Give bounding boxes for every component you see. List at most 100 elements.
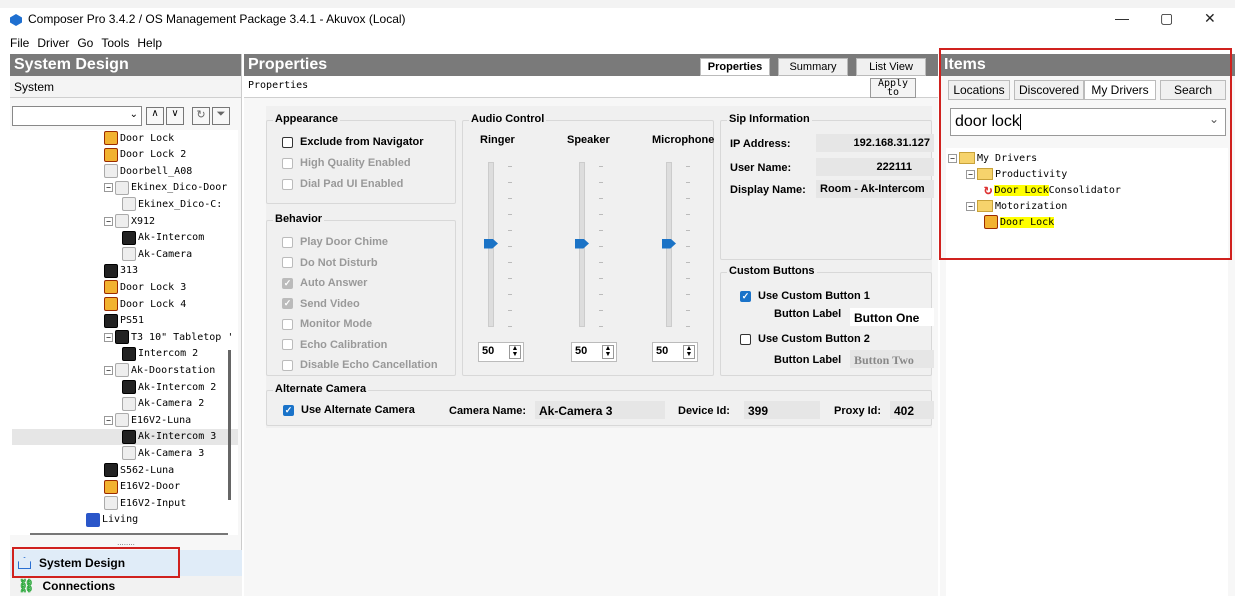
highlight-box bbox=[939, 48, 1232, 260]
tree-item[interactable]: Intercom 2 bbox=[122, 346, 238, 362]
filter-icon[interactable]: ⏷ bbox=[212, 107, 230, 125]
refresh-icon[interactable]: ↻ bbox=[192, 107, 210, 125]
appearance-checkbox[interactable]: Dial Pad UI Enabled bbox=[282, 178, 403, 190]
collapse-icon[interactable]: − bbox=[104, 183, 113, 193]
menu-help[interactable]: Help bbox=[137, 36, 162, 54]
tree-item[interactable]: Ak-Intercom 3 bbox=[12, 428, 238, 445]
tree-item[interactable]: − E16V2-Luna bbox=[104, 412, 238, 428]
tree-item[interactable]: Ekinex_Dico-C: bbox=[122, 196, 238, 212]
group-title: Behavior bbox=[273, 213, 325, 225]
tree-item[interactable]: PS51 bbox=[104, 313, 238, 329]
collapse-icon[interactable]: − bbox=[104, 216, 113, 226]
tree-item[interactable]: − T3 10" Tabletop ' bbox=[104, 329, 238, 345]
checkbox-box bbox=[282, 257, 293, 268]
close-button[interactable]: ✕ bbox=[1204, 10, 1216, 27]
behavior-checkbox[interactable]: ✓ Auto Answer bbox=[282, 277, 367, 289]
lock-icon bbox=[104, 280, 118, 295]
tree-item[interactable]: − Ekinex_Dico-Door bbox=[104, 180, 238, 196]
spinner-arrows-icon[interactable]: ▲ ▼ bbox=[683, 345, 695, 359]
checkbox-box bbox=[282, 339, 293, 350]
behavior-checkbox[interactable]: Echo Calibration bbox=[282, 339, 387, 351]
tree-item[interactable]: Door Lock 2 bbox=[104, 147, 238, 163]
menu-driver[interactable]: Driver bbox=[37, 36, 69, 54]
button-label-1-label: Button Label bbox=[774, 308, 842, 320]
horizontal-scrollbar[interactable] bbox=[30, 533, 228, 535]
proxy-id-field[interactable]: 402 bbox=[890, 401, 934, 419]
tree-item[interactable]: E16V2-Input bbox=[104, 495, 238, 511]
device-id-field[interactable]: 399 bbox=[744, 401, 820, 419]
behavior-checkbox[interactable]: ✓ Send Video bbox=[282, 298, 360, 310]
appearance-checkbox[interactable]: Exclude from Navigator bbox=[282, 136, 423, 148]
custom-button-1-checkbox[interactable]: ✓ Use Custom Button 1 bbox=[740, 290, 870, 302]
custom-button-2-checkbox[interactable]: Use Custom Button 2 bbox=[740, 333, 870, 345]
behavior-checkbox[interactable]: Monitor Mode bbox=[282, 318, 372, 330]
restore-button[interactable]: ▢ bbox=[1160, 10, 1173, 27]
tree-item[interactable]: 313 bbox=[104, 263, 238, 279]
move-up-button[interactable]: ∧ bbox=[146, 107, 164, 125]
volume-spinner[interactable]: 50 ▲ ▼ bbox=[478, 342, 524, 362]
slider-tick bbox=[686, 294, 690, 295]
tree-item-label: Door Lock 4 bbox=[120, 298, 187, 310]
collapse-icon[interactable]: − bbox=[104, 332, 113, 342]
tree-item[interactable]: Ak-Intercom 2 bbox=[122, 379, 238, 395]
tree-item[interactable]: Ak-Camera 2 bbox=[122, 396, 238, 412]
checkbox-box bbox=[282, 236, 293, 248]
tree-item[interactable]: E16V2-Door bbox=[104, 479, 238, 495]
tab-properties[interactable]: Properties bbox=[700, 58, 770, 76]
apply-to-button[interactable]: Apply to bbox=[870, 78, 916, 98]
behavior-checkbox[interactable]: Play Door Chime bbox=[282, 236, 388, 248]
menu-tools[interactable]: Tools bbox=[101, 36, 129, 54]
button-label-2-field[interactable]: Button Two bbox=[850, 350, 934, 368]
menu-file[interactable]: File bbox=[10, 36, 29, 54]
collapse-icon[interactable]: − bbox=[104, 415, 113, 425]
collapse-icon[interactable]: − bbox=[104, 365, 113, 375]
camera-icon bbox=[115, 214, 129, 228]
tree-item[interactable]: Ak-Camera 3 bbox=[122, 445, 238, 461]
camera-name-field[interactable]: Ak-Camera 3 bbox=[535, 401, 665, 419]
tab-list-view[interactable]: List View bbox=[856, 58, 926, 76]
tree-item[interactable]: Doorbell_A08 bbox=[104, 163, 238, 179]
button-label-2-label: Button Label bbox=[774, 354, 842, 366]
tab-summary[interactable]: Summary bbox=[778, 58, 848, 76]
tree-item[interactable]: Ak-Camera bbox=[122, 246, 238, 262]
appearance-checkbox[interactable]: High Quality Enabled bbox=[282, 157, 411, 169]
tree-item[interactable]: Door Lock 4 bbox=[104, 296, 238, 312]
checkbox-box bbox=[282, 136, 293, 148]
tree-item[interactable]: Door Lock bbox=[104, 130, 238, 146]
spinner-arrows-icon[interactable]: ▲ ▼ bbox=[509, 345, 521, 359]
behavior-checkbox[interactable]: Do Not Disturb bbox=[282, 257, 378, 269]
tree-item[interactable]: Door Lock 3 bbox=[104, 279, 238, 295]
tree-item-label: T3 10" Tabletop ' bbox=[131, 331, 234, 343]
ip-address-value: 192.168.31.127 bbox=[816, 134, 934, 152]
slider-tick bbox=[686, 326, 690, 327]
button-label-1-field[interactable]: Button One bbox=[850, 308, 934, 326]
tree-item[interactable]: − X912 bbox=[104, 213, 238, 229]
system-filter-combo[interactable]: ⌄ bbox=[12, 106, 142, 126]
nav-label: Connections bbox=[42, 579, 116, 593]
minimize-button[interactable]: — bbox=[1115, 10, 1129, 26]
menu-go[interactable]: Go bbox=[77, 36, 93, 54]
tree-item[interactable]: S562-Luna bbox=[104, 462, 238, 478]
tree-item[interactable]: − Ak-Doorstation bbox=[104, 362, 238, 378]
tree-item[interactable]: Ak-Intercom bbox=[122, 230, 238, 246]
behavior-checkbox[interactable]: Disable Echo Cancellation bbox=[282, 359, 438, 371]
move-down-button[interactable]: ∨ bbox=[166, 107, 184, 125]
slider-tick bbox=[508, 278, 512, 279]
tree-item-label: Ak-Intercom bbox=[138, 232, 205, 244]
tree-item[interactable]: Living bbox=[86, 512, 238, 528]
group-title: Appearance bbox=[273, 113, 340, 125]
slider-tick bbox=[508, 310, 512, 311]
slider-tick bbox=[508, 262, 512, 263]
nav-connections[interactable]: ⛓ Connections bbox=[10, 576, 242, 596]
display-name-value: Room - Ak-Intercom bbox=[816, 180, 934, 198]
device-icon bbox=[104, 263, 118, 278]
audio-channel-label: Microphone bbox=[652, 134, 715, 146]
volume-spinner[interactable]: 50 ▲ ▼ bbox=[652, 342, 698, 362]
tree-scrollbar[interactable] bbox=[228, 350, 231, 500]
use-alternate-camera-checkbox[interactable]: ✓ Use Alternate Camera bbox=[283, 404, 415, 416]
spinner-arrows-icon[interactable]: ▲ ▼ bbox=[602, 345, 614, 359]
camera-icon bbox=[115, 413, 129, 428]
volume-spinner[interactable]: 50 ▲ ▼ bbox=[571, 342, 617, 362]
tree-item-label: Door Lock 2 bbox=[120, 149, 187, 161]
checkbox-label: Monitor Mode bbox=[300, 318, 373, 330]
